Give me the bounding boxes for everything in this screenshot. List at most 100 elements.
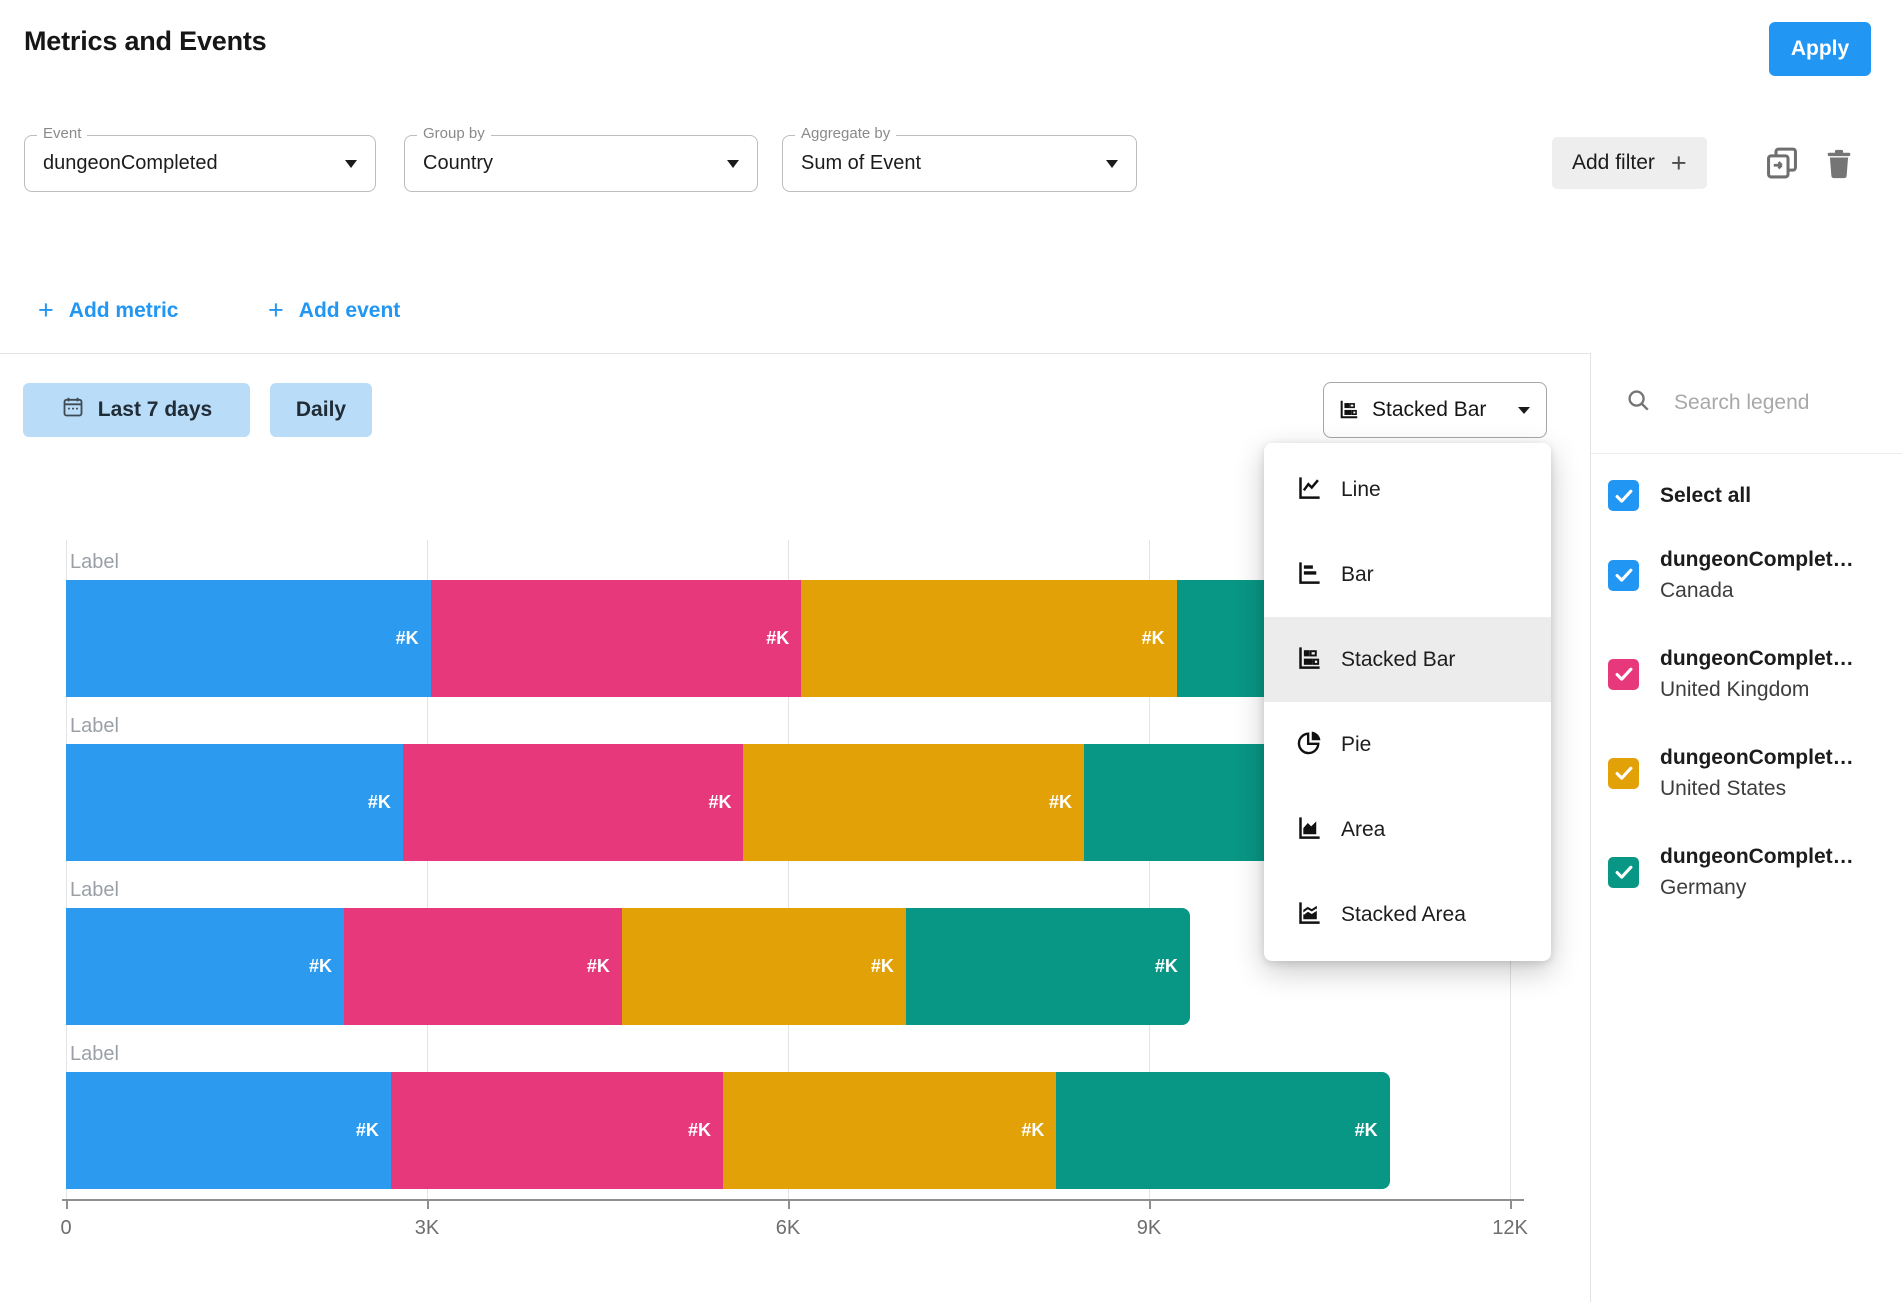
bar-segment-canada[interactable]: #K xyxy=(66,1072,391,1189)
bar-segment-canada[interactable]: #K xyxy=(66,580,431,697)
chevron-down-icon xyxy=(1106,160,1118,168)
bar-segment-value: #K xyxy=(688,1072,711,1189)
bar-segment-germany[interactable]: #K xyxy=(906,908,1190,1025)
chart-type-button[interactable]: Stacked Bar xyxy=(1323,382,1547,438)
bar-segment-value: #K xyxy=(356,1072,379,1189)
stacked-area-icon xyxy=(1296,899,1323,931)
bar-segment-united-kingdom[interactable]: #K xyxy=(391,1072,723,1189)
legend-divider xyxy=(1591,453,1902,454)
legend-search-row xyxy=(1591,375,1902,431)
legend-item-text: dungeonComplet…United States xyxy=(1660,742,1854,804)
chart-type-option-label: Bar xyxy=(1341,563,1374,587)
add-filter-label: Add filter xyxy=(1572,151,1655,175)
bar-segment-value: #K xyxy=(1049,744,1072,861)
bar-segment-value: #K xyxy=(368,744,391,861)
bar-segment-united-states[interactable]: #K xyxy=(723,1072,1056,1189)
legend-checkbox[interactable] xyxy=(1608,659,1639,690)
x-axis-tick xyxy=(66,1200,68,1209)
add-metric-label: Add metric xyxy=(69,299,179,323)
bar-segment-united-kingdom[interactable]: #K xyxy=(344,908,622,1025)
aggregate-by-select-label: Aggregate by xyxy=(795,125,896,142)
stacked-bar-icon xyxy=(1296,644,1323,676)
legend-item-germany[interactable]: dungeonComplet…Germany xyxy=(1608,836,1894,908)
bar-segment-value: #K xyxy=(1021,1072,1044,1189)
x-axis-tick-label: 0 xyxy=(60,1217,71,1240)
legend-search-input[interactable] xyxy=(1674,391,1882,415)
legend-checkbox[interactable] xyxy=(1608,857,1639,888)
chevron-down-icon xyxy=(345,160,357,168)
legend-item-subtitle: United Kingdom xyxy=(1660,674,1854,705)
chart-type-option-area[interactable]: Area xyxy=(1264,787,1551,872)
group-by-select-label: Group by xyxy=(417,125,491,142)
legend-item-subtitle: United States xyxy=(1660,773,1854,804)
chart-type-option-stacked-bar[interactable]: Stacked Bar xyxy=(1264,617,1551,702)
bar-segment-value: #K xyxy=(871,908,894,1025)
date-range-label: Last 7 days xyxy=(98,398,212,422)
x-axis-tick xyxy=(1510,1200,1512,1209)
legend-item-subtitle: Canada xyxy=(1660,575,1854,606)
x-axis-tick xyxy=(788,1200,790,1209)
add-metric-button[interactable]: + Add metric xyxy=(38,297,178,324)
legend-checkbox[interactable] xyxy=(1608,758,1639,789)
x-axis-tick xyxy=(427,1200,429,1209)
calendar-icon xyxy=(61,395,85,425)
bar-segment-united-kingdom[interactable]: #K xyxy=(403,744,744,861)
bar-segment-value: #K xyxy=(1155,908,1178,1025)
x-axis-tick-label: 9K xyxy=(1137,1217,1161,1240)
legend-item-text: dungeonComplet…Germany xyxy=(1660,841,1854,903)
x-axis-tick-label: 3K xyxy=(415,1217,439,1240)
granularity-button[interactable]: Daily xyxy=(270,383,372,437)
search-icon xyxy=(1625,387,1652,419)
legend-item-canada[interactable]: dungeonComplet…Canada xyxy=(1608,539,1894,611)
legend-item-title: dungeonComplet… xyxy=(1660,742,1854,773)
duplicate-icon xyxy=(1763,170,1801,185)
bar-segment-united-states[interactable]: #K xyxy=(801,580,1176,697)
x-axis-line xyxy=(62,1199,1524,1201)
select-all-checkbox[interactable]: Select all xyxy=(1608,480,1751,511)
legend-panel: Select all dungeonComplet…CanadadungeonC… xyxy=(1590,353,1902,1302)
bar-segment-value: #K xyxy=(1355,1072,1378,1189)
chevron-down-icon xyxy=(1518,407,1530,414)
add-event-button[interactable]: + Add event xyxy=(268,297,400,324)
line-chart-icon xyxy=(1296,474,1323,506)
aggregate-by-select-value: Sum of Event xyxy=(801,152,921,175)
event-select[interactable]: Event dungeonCompleted xyxy=(24,135,376,192)
legend-item-subtitle: Germany xyxy=(1660,872,1854,903)
area-chart-icon xyxy=(1296,814,1323,846)
bar-segment-canada[interactable]: #K xyxy=(66,908,344,1025)
bar-segment-united-states[interactable]: #K xyxy=(743,744,1084,861)
bar-segment-united-kingdom[interactable]: #K xyxy=(431,580,802,697)
chart-type-option-pie[interactable]: Pie xyxy=(1264,702,1551,787)
aggregate-by-select[interactable]: Aggregate by Sum of Event xyxy=(782,135,1137,192)
bar-segment-value: #K xyxy=(766,580,789,697)
chevron-down-icon xyxy=(727,160,739,168)
chart-type-option-line[interactable]: Line xyxy=(1264,447,1551,532)
bar-segment-canada[interactable]: #K xyxy=(66,744,403,861)
legend-item-united-states[interactable]: dungeonComplet…United States xyxy=(1608,737,1894,809)
add-filter-button[interactable]: Add filter + xyxy=(1552,137,1707,189)
bar-category-label: Label xyxy=(70,1043,119,1066)
bar-chart-icon xyxy=(1296,559,1323,591)
chart-type-option-stacked-area[interactable]: Stacked Area xyxy=(1264,872,1551,957)
chart-type-option-label: Line xyxy=(1341,478,1381,502)
duplicate-button[interactable] xyxy=(1763,144,1801,182)
page-title: Metrics and Events xyxy=(24,26,267,57)
legend-item-title: dungeonComplet… xyxy=(1660,643,1854,674)
bar-segment-value: #K xyxy=(587,908,610,1025)
delete-button[interactable] xyxy=(1822,146,1856,182)
bar-segment-germany[interactable]: #K xyxy=(1056,1072,1389,1189)
bar-segment-value: #K xyxy=(309,908,332,1025)
bar-segment-united-states[interactable]: #K xyxy=(622,908,906,1025)
chart-type-option-label: Pie xyxy=(1341,733,1371,757)
group-by-select[interactable]: Group by Country xyxy=(404,135,758,192)
plus-icon: + xyxy=(1671,150,1687,177)
event-select-label: Event xyxy=(37,125,87,142)
chart-type-option-bar[interactable]: Bar xyxy=(1264,532,1551,617)
date-range-button[interactable]: Last 7 days xyxy=(23,383,250,437)
legend-item-united-kingdom[interactable]: dungeonComplet…United Kingdom xyxy=(1608,638,1894,710)
chart-type-option-label: Area xyxy=(1341,818,1385,842)
legend-checkbox[interactable] xyxy=(1608,560,1639,591)
bar-category-label: Label xyxy=(70,879,119,902)
apply-button[interactable]: Apply xyxy=(1769,22,1871,76)
chart-type-option-label: Stacked Bar xyxy=(1341,648,1455,672)
